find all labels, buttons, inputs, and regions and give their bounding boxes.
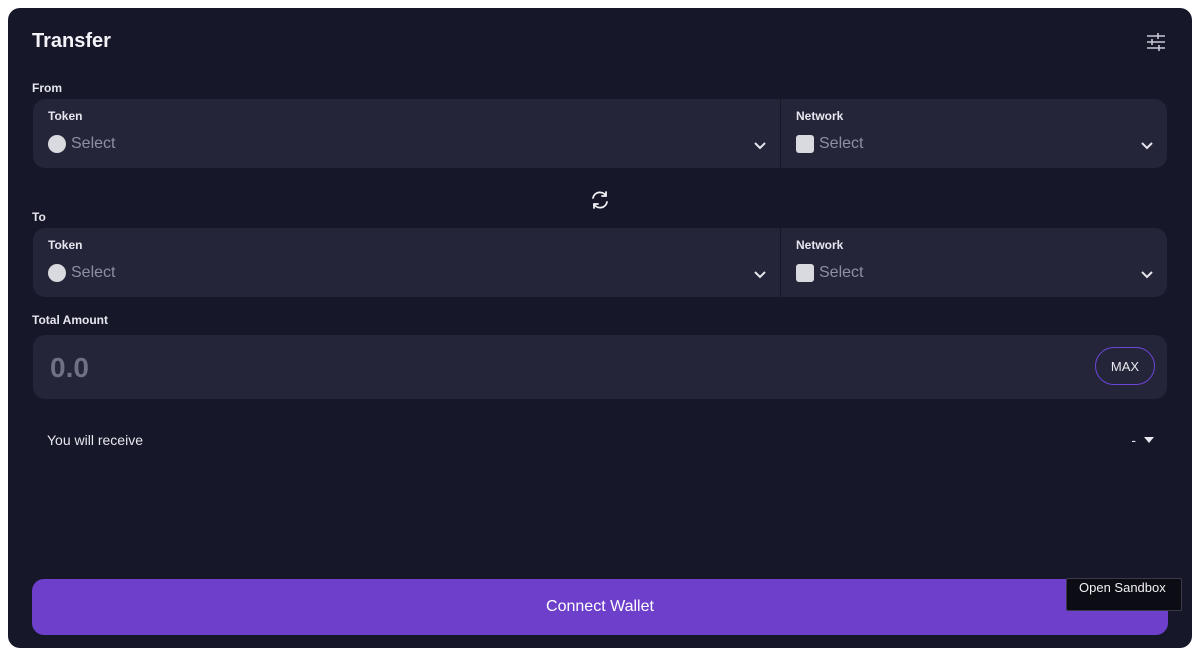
from-network-value: Select xyxy=(819,135,864,152)
transfer-card: Transfer From Token Select Network Selec… xyxy=(8,8,1192,648)
from-panel: Token Select Network Select xyxy=(33,99,1167,168)
page-title: Transfer xyxy=(32,30,111,52)
from-label: From xyxy=(32,81,62,95)
to-network-label: Network xyxy=(796,238,844,252)
network-placeholder-icon xyxy=(796,135,814,153)
sliders-icon[interactable] xyxy=(1144,30,1168,54)
to-token-value: Select xyxy=(71,264,116,281)
network-placeholder-icon xyxy=(796,264,814,282)
receive-label: You will receive xyxy=(47,432,143,448)
chevron-down-icon xyxy=(1141,142,1153,150)
to-network-value: Select xyxy=(819,264,864,281)
from-network-label: Network xyxy=(796,109,844,123)
chevron-down-icon xyxy=(754,271,766,279)
chevron-down-icon xyxy=(754,142,766,150)
from-token-select[interactable]: Token Select xyxy=(33,99,781,168)
amount-panel: MAX xyxy=(33,335,1167,399)
chevron-down-icon xyxy=(1141,271,1153,279)
to-label: To xyxy=(32,210,46,224)
token-placeholder-icon xyxy=(48,135,66,153)
receive-toggle[interactable]: - xyxy=(1131,432,1154,448)
max-button[interactable]: MAX xyxy=(1095,347,1155,385)
to-network-select[interactable]: Network Select xyxy=(781,228,1167,297)
to-token-label: Token xyxy=(48,238,83,252)
open-sandbox-button[interactable]: Open Sandbox xyxy=(1066,578,1182,611)
swap-arrows-icon[interactable] xyxy=(588,188,612,212)
caret-down-icon xyxy=(1144,437,1154,443)
receive-value: - xyxy=(1131,432,1136,448)
from-token-value: Select xyxy=(71,135,116,152)
to-token-select[interactable]: Token Select xyxy=(33,228,781,297)
token-placeholder-icon xyxy=(48,264,66,282)
amount-input[interactable] xyxy=(48,349,952,387)
total-amount-label: Total Amount xyxy=(32,313,108,327)
to-panel: Token Select Network Select xyxy=(33,228,1167,297)
from-token-label: Token xyxy=(48,109,83,123)
connect-wallet-button[interactable]: Connect Wallet xyxy=(32,579,1168,635)
from-network-select[interactable]: Network Select xyxy=(781,99,1167,168)
